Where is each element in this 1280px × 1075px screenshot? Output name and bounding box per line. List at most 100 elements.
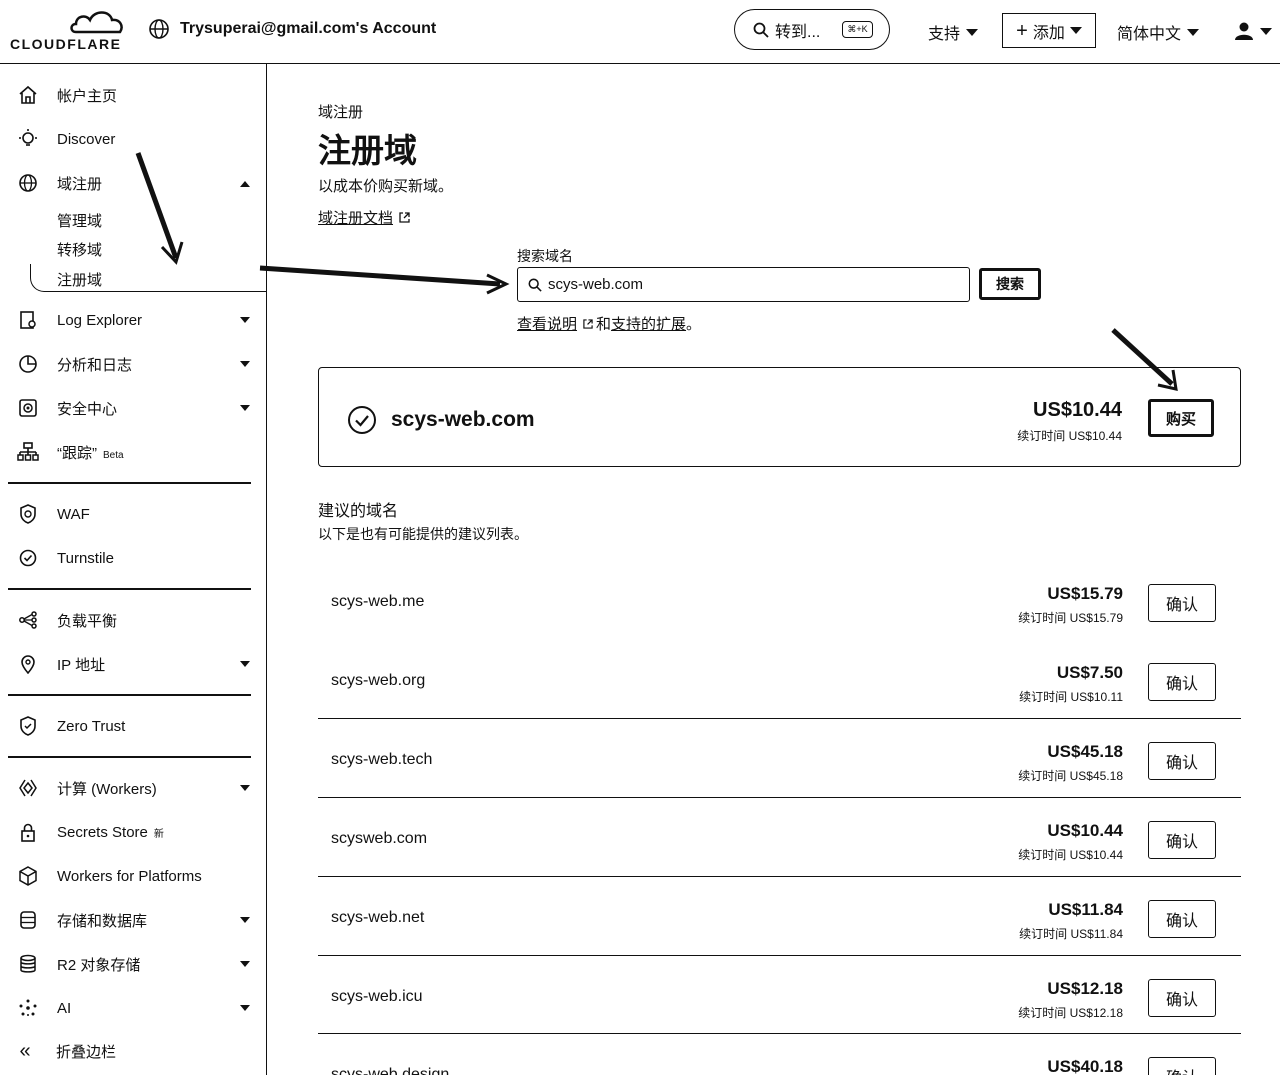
sidebar-item-label: R2 对象存储 (57, 956, 141, 974)
lock-icon (21, 823, 35, 842)
search-icon (528, 278, 542, 292)
sidebar-item-label: 域注册 (57, 175, 103, 193)
location-pin-icon (21, 655, 35, 674)
sidebar-subitem-manage-domains[interactable]: 管理域 (57, 210, 102, 231)
suggestion-renewal: 续订时间 US$11.84 (1019, 927, 1123, 941)
sidebar-subitem-transfer-domains[interactable]: 转移域 (57, 239, 102, 260)
suggestion-price: US$7.50 (1056, 663, 1123, 682)
sidebar-item-secrets-store[interactable]: Secrets Store 新 (17, 821, 164, 843)
security-center-icon (19, 399, 37, 417)
sidebar-item-ip-addresses[interactable]: IP 地址 (17, 653, 105, 675)
sidebar-item-label: IP 地址 (57, 656, 106, 674)
suggestion-domain: scys-web.org (331, 672, 426, 689)
suggestion-price: US$15.79 (1047, 584, 1123, 603)
user-menu[interactable] (1234, 21, 1272, 41)
supported-extensions-link[interactable]: 支持的扩展 (611, 313, 686, 334)
result-price: US$10.44 (1033, 399, 1122, 421)
sidebar-item-label: Workers for Platforms (57, 867, 202, 885)
suggestion-domain: scys-web.net (331, 909, 425, 926)
goto-label: 转到... (775, 23, 821, 41)
confirm-button[interactable]: 确认 (1148, 979, 1216, 1017)
beta-badge: Beta (103, 449, 124, 461)
collapse-sidebar-button[interactable]: « 折叠边栏 (14, 1040, 116, 1062)
sidebar-item-compute-workers[interactable]: 计算 (Workers) (17, 777, 157, 799)
sidebar-item-r2-storage[interactable]: R2 对象存储 (17, 953, 140, 975)
sidebar-item-storage-databases[interactable]: 存储和数据库 (17, 909, 147, 931)
chevron-down-icon[interactable] (240, 961, 250, 967)
sidebar-item-turnstile[interactable]: Turnstile (17, 547, 114, 569)
suggestion-domain: scysweb.com (331, 830, 428, 847)
account-switcher[interactable]: Trysuperai@gmail.com's Account (148, 18, 436, 40)
sidebar-divider (8, 694, 251, 696)
sidebar-item-workers-for-platforms[interactable]: Workers for Platforms (17, 865, 202, 887)
confirm-button[interactable]: 确认 (1148, 821, 1216, 859)
chevron-down-icon[interactable] (240, 785, 250, 791)
sidebar-item-zero-trust[interactable]: Zero Trust (17, 715, 125, 737)
cloudflare-logo[interactable]: CLOUDFLARE (10, 8, 128, 54)
chevron-up-icon[interactable] (240, 181, 250, 187)
support-menu[interactable]: 支持 (928, 20, 979, 44)
suggestion-row: scys-web.icu US$12.18 续订时间 US$12.18 确认 (318, 955, 1241, 1034)
external-link-icon (583, 318, 593, 329)
turnstile-icon (19, 549, 37, 567)
chevron-down-icon[interactable] (240, 317, 250, 323)
new-badge: 新 (153, 828, 164, 840)
sidebar-item-label: 负载平衡 (57, 612, 118, 630)
sidebar-item-waf[interactable]: WAF (17, 503, 90, 525)
suggestion-row: scysweb.com US$10.44 续订时间 US$10.44 确认 (318, 797, 1241, 876)
confirm-button[interactable]: 确认 (1148, 1057, 1216, 1075)
sidebar-item-label: AI (57, 999, 72, 1017)
help-and-text: 和 (596, 316, 612, 333)
top-bar: CLOUDFLARE Trysuperai@gmail.com's Accoun… (0, 0, 1280, 64)
confirm-button[interactable]: 确认 (1148, 900, 1216, 938)
zero-trust-icon (20, 716, 36, 736)
sidebar-item-analytics[interactable]: 分析和日志 (17, 353, 132, 375)
sidebar-item-label: Log Explorer (57, 311, 143, 329)
chevron-down-icon[interactable] (240, 661, 250, 667)
sidebar-item-log-explorer[interactable]: Log Explorer (17, 309, 142, 331)
language-menu[interactable]: 简体中文 (1117, 20, 1200, 44)
sidebar-item-discover[interactable]: Discover (17, 128, 115, 150)
double-chevron-left-icon: « (19, 1039, 31, 1062)
workers-icon (19, 779, 37, 797)
docs-link-label: 域注册文档 (318, 210, 394, 227)
trace-icon (17, 442, 39, 461)
confirm-button[interactable]: 确认 (1148, 584, 1216, 622)
sidebar-item-load-balancing[interactable]: 负载平衡 (17, 609, 117, 631)
sidebar-subitem-register-domains[interactable]: 注册域 (57, 269, 102, 290)
help-view-link[interactable]: 查看说明 (517, 313, 577, 334)
sidebar-item-security-center[interactable]: 安全中心 (17, 397, 117, 419)
sidebar-item-label: 安全中心 (57, 400, 118, 418)
sidebar-item-home[interactable]: 帐户主页 (17, 84, 117, 106)
docs-link[interactable]: 域注册文档 (318, 207, 410, 228)
buy-button[interactable]: 购买 (1148, 399, 1214, 437)
result-domain: scys-web.com (391, 408, 535, 431)
confirm-button[interactable]: 确认 (1148, 663, 1216, 701)
add-button[interactable]: + 添加 (1002, 13, 1096, 48)
chevron-down-icon[interactable] (240, 917, 250, 923)
account-name: Trysuperai@gmail.com's Account (180, 20, 437, 37)
chevron-down-icon[interactable] (240, 361, 250, 367)
sidebar-item-ai[interactable]: AI (17, 997, 71, 1019)
suggestion-price: US$11.84 (1048, 900, 1123, 919)
check-circle-icon (348, 406, 376, 434)
sidebar-item-label: 帐户主页 (57, 87, 118, 105)
suggestion-row: scys-web.me US$15.79 续订时间 US$15.79 确认 (318, 561, 1241, 640)
domain-search-input[interactable] (548, 276, 928, 293)
suggestions-title: 建议的域名 (318, 503, 399, 520)
suggestion-domain: scys-web.icu (331, 988, 423, 1005)
confirm-button[interactable]: 确认 (1148, 742, 1216, 780)
sidebar-item-trace[interactable]: “跟踪” Beta (17, 441, 124, 463)
help-end-text: 。 (686, 316, 702, 333)
chevron-down-icon[interactable] (240, 405, 250, 411)
breadcrumb[interactable]: 域注册 (318, 101, 363, 122)
sidebar-item-domain-registration[interactable]: 域注册 (17, 172, 102, 194)
page-description: 以成本价购买新域。 (318, 178, 454, 195)
chevron-down-icon[interactable] (240, 1005, 250, 1011)
domain-search-field[interactable] (517, 267, 970, 302)
plus-icon: + (1016, 19, 1028, 42)
goto-search-button[interactable]: 转到... ⌘+K (734, 9, 890, 50)
sidebar-item-label: 计算 (Workers) (57, 780, 157, 798)
add-label: 添加 (1032, 24, 1065, 42)
search-button[interactable]: 搜索 (979, 268, 1041, 300)
